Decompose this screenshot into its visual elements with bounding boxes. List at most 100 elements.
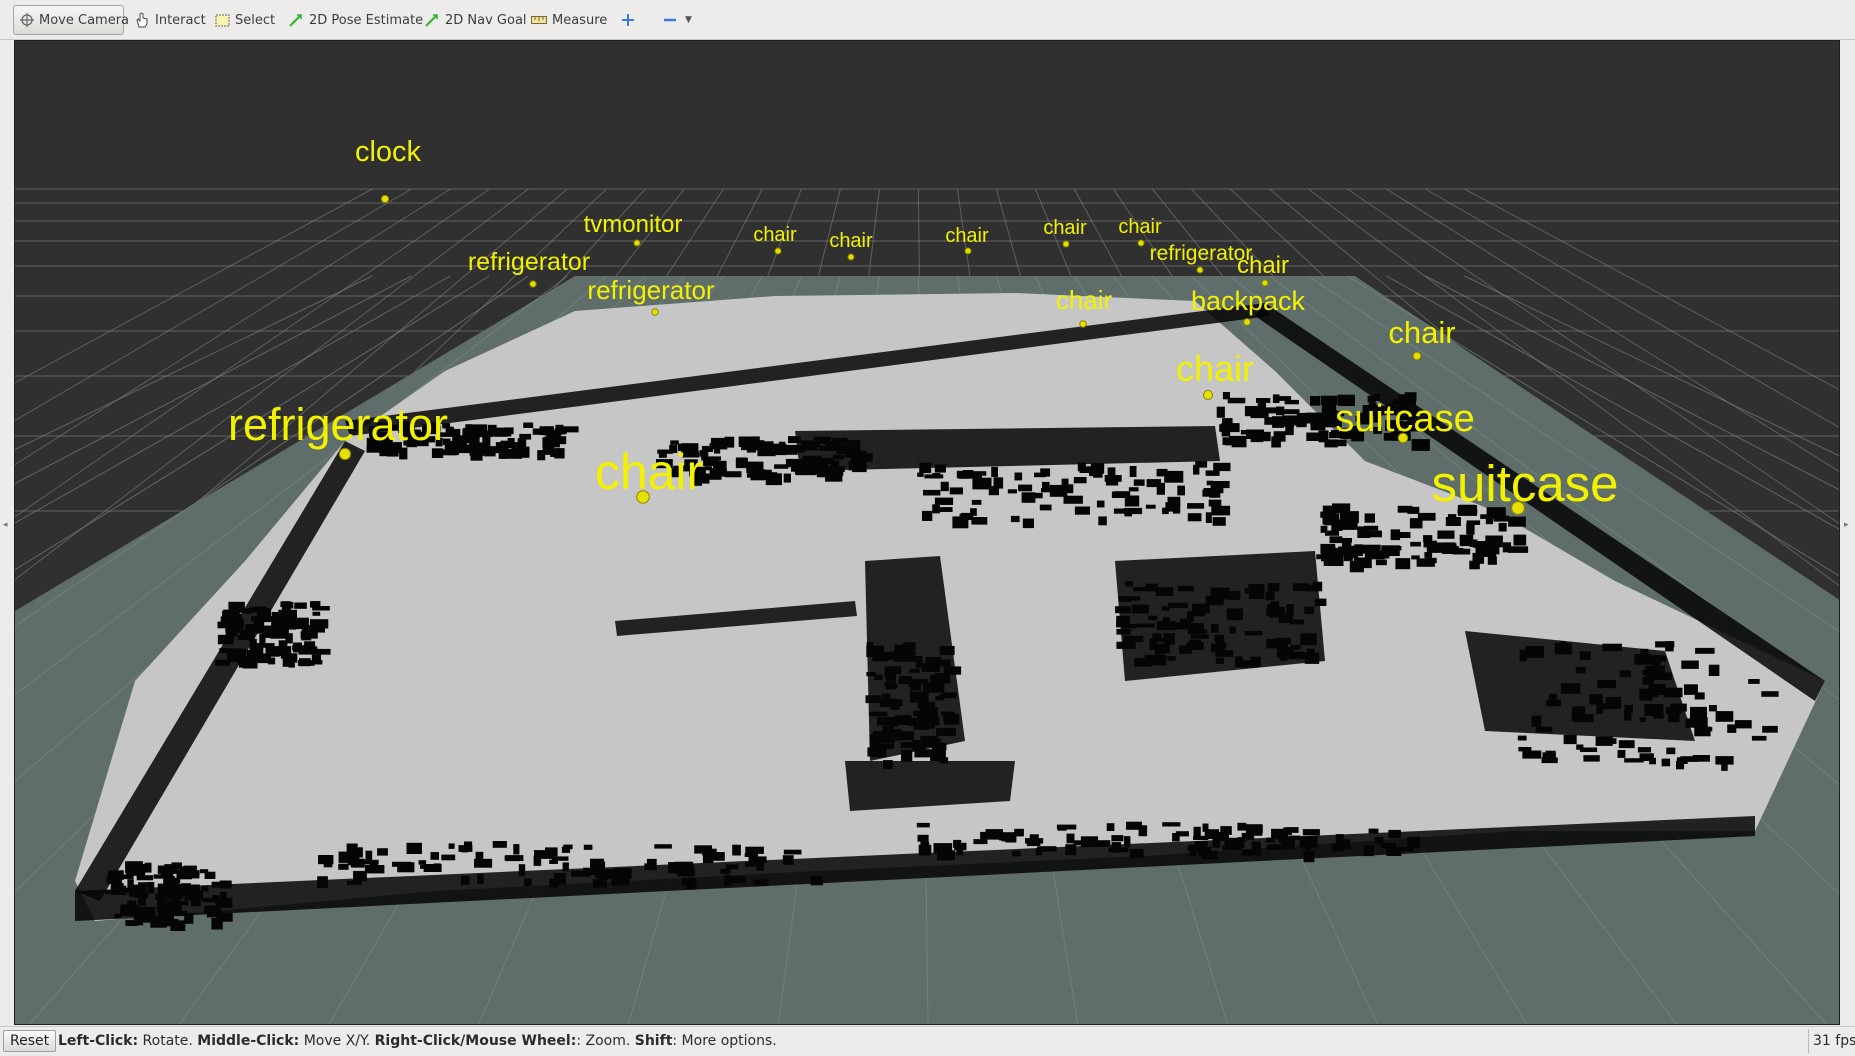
occupied-cell xyxy=(1306,648,1315,655)
occupied-cell xyxy=(288,656,295,668)
occupied-cell xyxy=(1187,611,1194,623)
occupied-cell xyxy=(940,481,949,492)
occupied-cell xyxy=(1332,503,1351,514)
occupied-cell xyxy=(318,855,334,865)
move-camera-button[interactable]: Move Camera xyxy=(13,5,129,35)
occupied-cell xyxy=(201,885,209,892)
occupied-cell xyxy=(1748,679,1760,684)
occupied-cell xyxy=(1254,431,1271,442)
occupied-cell xyxy=(1281,416,1294,427)
occupied-cell xyxy=(738,436,753,447)
occupied-cell xyxy=(1709,705,1717,712)
occupied-cell xyxy=(1354,544,1363,557)
occupied-cell xyxy=(1571,712,1580,722)
occupied-cell xyxy=(156,901,177,913)
occupied-cell xyxy=(936,727,956,737)
occupied-cell xyxy=(852,462,867,473)
occupied-cell xyxy=(952,516,969,529)
occupied-cell xyxy=(1548,693,1557,703)
occupied-cell xyxy=(1410,541,1421,547)
occupied-cell xyxy=(1180,618,1188,623)
occupied-cell xyxy=(1364,513,1375,523)
occupied-cell xyxy=(1116,641,1136,649)
occupied-cell xyxy=(239,630,247,635)
object-marker xyxy=(636,490,650,504)
occupied-cell xyxy=(1602,643,1622,652)
status-bar: Reset Left-Click: Rotate. Middle-Click: … xyxy=(0,1026,1855,1056)
occupied-cell xyxy=(1654,672,1672,681)
right-panel-splitter[interactable]: ▸ xyxy=(1840,40,1855,1025)
occupied-cell xyxy=(1395,558,1411,570)
occupied-cell xyxy=(1178,585,1194,592)
object-marker xyxy=(338,447,352,461)
occupied-cell xyxy=(1685,718,1699,728)
occupied-cell xyxy=(1216,406,1225,418)
occupied-cell xyxy=(1575,666,1586,674)
interact-button[interactable]: Interact xyxy=(128,5,212,35)
occupied-cell xyxy=(1694,692,1705,700)
occupied-cell xyxy=(916,822,930,828)
occupied-cell xyxy=(922,510,933,521)
occupied-cell xyxy=(788,436,801,444)
occupied-cell xyxy=(458,845,473,852)
pose-estimate-button[interactable]: 2D Pose Estimate xyxy=(282,5,429,35)
object-marker xyxy=(1062,240,1070,248)
occupied-cell xyxy=(1487,556,1497,565)
occupied-cell xyxy=(470,451,483,461)
occupied-cell xyxy=(783,849,802,855)
occupied-cell xyxy=(1131,604,1149,614)
occupied-cell xyxy=(430,852,439,860)
occupied-cell xyxy=(299,658,311,667)
hint-text: : Zoom. xyxy=(576,1033,635,1049)
select-button[interactable]: Select xyxy=(208,5,281,35)
move-camera-label: Move Camera xyxy=(39,12,130,28)
nav-goal-button[interactable]: 2D Nav Goal xyxy=(418,5,533,35)
occupied-cell xyxy=(1306,637,1316,645)
occupied-cell xyxy=(1751,735,1767,741)
occupied-cell xyxy=(533,855,542,866)
occupied-cell xyxy=(1271,436,1281,448)
occupied-cell xyxy=(872,731,892,740)
object-marker xyxy=(651,308,659,316)
occupied-cell xyxy=(1216,642,1227,649)
occupied-cell xyxy=(350,858,365,868)
object-marker xyxy=(380,194,390,204)
occupied-cell xyxy=(1437,530,1455,539)
occupied-cell xyxy=(353,870,367,882)
object-marker xyxy=(1511,501,1525,515)
occupied-cell xyxy=(917,472,924,477)
occupied-cell xyxy=(1133,479,1145,486)
occupied-cell xyxy=(869,711,888,717)
reset-button[interactable]: Reset xyxy=(3,1030,57,1052)
occupied-cell xyxy=(924,474,944,479)
object-label: suitcase xyxy=(1431,455,1618,512)
occupied-cell xyxy=(1363,544,1381,554)
occupied-cell xyxy=(914,749,932,758)
occupied-cell xyxy=(1237,822,1247,831)
hint-key: Right-Click/Mouse Wheel: xyxy=(374,1033,577,1049)
object-marker xyxy=(1397,432,1409,444)
expand-right-icon: ▸ xyxy=(1844,520,1849,530)
occupied-cell xyxy=(1318,430,1329,443)
left-panel-splitter[interactable]: ◂ xyxy=(0,40,14,1025)
occupied-cell xyxy=(813,436,831,444)
toolbar: Move Camera Interact Select 2D Pose Esti… xyxy=(0,0,1855,40)
remove-tool-button[interactable]: ▼ xyxy=(656,5,698,35)
occupied-cell xyxy=(1642,676,1654,685)
occupied-cell xyxy=(1302,829,1320,836)
occupied-cell xyxy=(785,458,805,468)
occupied-cell xyxy=(993,477,1004,489)
occupied-cell xyxy=(885,681,896,690)
3d-scene[interactable]: clock tvmonitor chair chair chair chair chair r… xyxy=(15,41,1840,1025)
occupied-cell xyxy=(876,743,895,749)
occupied-cell xyxy=(646,858,657,870)
add-tool-button[interactable] xyxy=(614,5,647,35)
occupied-cell xyxy=(288,610,297,622)
occupied-cell xyxy=(1129,466,1137,477)
occupied-cell xyxy=(1634,654,1651,665)
measure-button[interactable]: Measure xyxy=(525,5,613,35)
occupied-cell xyxy=(991,466,998,478)
occupied-cell xyxy=(1508,516,1526,527)
object-label: chair xyxy=(1118,216,1162,238)
render-viewport[interactable]: clock tvmonitor chair chair chair chair chair r… xyxy=(14,40,1840,1025)
